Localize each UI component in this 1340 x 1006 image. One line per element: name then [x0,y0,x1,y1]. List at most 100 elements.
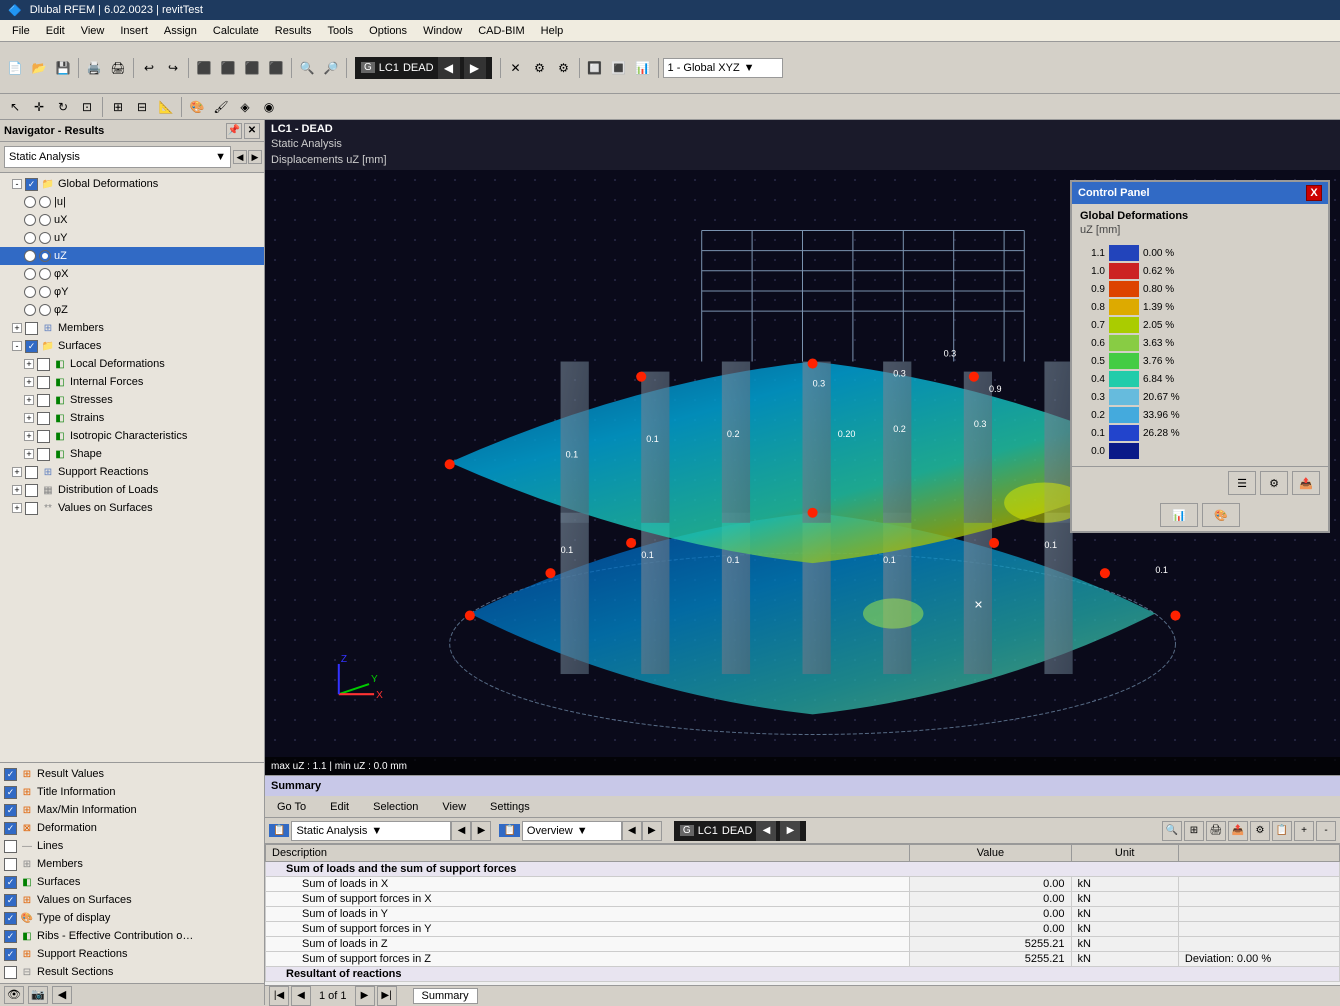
menu-calculate[interactable]: Calculate [205,23,267,39]
check-strains[interactable] [37,412,50,425]
radio2-ux[interactable] [39,214,51,226]
cp-close-btn[interactable]: X [1306,185,1322,201]
scale-btn[interactable]: ⊡ [76,96,98,118]
menu-help[interactable]: Help [533,23,572,39]
tools3-btn[interactable]: ⚙ [553,57,575,79]
expand-shape[interactable]: + [24,449,34,459]
print2-btn[interactable]: 🖨 [107,57,129,79]
cp-export-btn[interactable]: 📤 [1292,471,1320,495]
menu-edit[interactable]: Edit [38,23,73,39]
expand-surfaces[interactable]: - [12,341,22,351]
sum-overview-prev[interactable]: ◀ [622,821,642,841]
view-selector[interactable]: 1 - Global XYZ ▼ [663,58,783,78]
menu-assign[interactable]: Assign [156,23,205,39]
expand-isotropic[interactable]: + [24,431,34,441]
render1-btn[interactable]: 🔲 [584,57,606,79]
menu-view[interactable]: View [73,23,113,39]
chk-lines[interactable] [4,840,17,853]
check-members[interactable] [25,322,38,335]
menu-results[interactable]: Results [267,23,320,39]
radio2-uy[interactable] [39,232,51,244]
tree-members[interactable]: + ⊞ Members [0,319,264,337]
tools1-btn[interactable]: ✕ [505,57,527,79]
nav-pin-btn[interactable]: 📌 [226,123,242,139]
tree-phix[interactable]: φX [0,265,264,283]
nav-prev-arrow[interactable]: ◀ [233,150,247,164]
check-stresses[interactable] [37,394,50,407]
radio2-uz[interactable] [39,250,51,262]
lc-prev[interactable]: ◀ [438,57,460,79]
page-last[interactable]: ▶| [377,986,397,1006]
expand-strains[interactable]: + [24,413,34,423]
grid-btn[interactable]: ⊟ [131,96,153,118]
radio-ux[interactable] [24,214,36,226]
check-val-surf[interactable] [25,502,38,515]
radio-phix[interactable] [24,268,36,280]
wire-btn[interactable]: ◈ [234,96,256,118]
radio-phiy[interactable] [24,286,36,298]
render3-btn[interactable]: 📊 [632,57,654,79]
cp-chart-btn[interactable]: 📊 [1160,503,1198,527]
nav-close-btn[interactable]: ✕ [244,123,260,139]
sum-tb-copy[interactable]: 📋 [1272,821,1292,841]
tree-stresses[interactable]: + ◧ Stresses [0,391,264,409]
measure-btn[interactable]: 📐 [155,96,177,118]
tree-values-surfaces[interactable]: + ** Values on Surfaces [0,499,264,517]
tree-global-deformations[interactable]: - ✓ 📁 Global Deformations [0,175,264,193]
tree-isotropic[interactable]: + ◧ Isotropic Characteristics [0,427,264,445]
chk-title-info[interactable]: ✓ [4,786,17,799]
back-icon[interactable]: ◀ [52,986,72,1004]
cp-color-btn[interactable]: 🎨 [1202,503,1240,527]
page-first[interactable]: |◀ [269,986,289,1006]
snap-btn[interactable]: ⊞ [107,96,129,118]
tree-shape[interactable]: + ◧ Shape [0,445,264,463]
sum-tb-export[interactable]: 📤 [1228,821,1248,841]
check-shape[interactable] [37,448,50,461]
page-prev[interactable]: ◀ [291,986,311,1006]
view1-btn[interactable]: ⬛ [193,57,215,79]
nav-result-sections[interactable]: ⊟ Result Sections [0,963,264,981]
expand-support-react[interactable]: + [12,467,22,477]
radio2-phix[interactable] [39,268,51,280]
menu-tools[interactable]: Tools [319,23,361,39]
sum-overview-dropdown[interactable]: Overview ▼ [522,821,622,841]
check-surfaces[interactable]: ✓ [25,340,38,353]
color1-btn[interactable]: 🎨 [186,96,208,118]
zoom-btn[interactable]: 🔍 [296,57,318,79]
menu-cadbim[interactable]: CAD-BIM [470,23,532,39]
chk-surfaces-bot[interactable]: ✓ [4,876,17,889]
tree-phiy[interactable]: φY [0,283,264,301]
tree-internal-forces[interactable]: + ◧ Internal Forces [0,373,264,391]
tree-uz[interactable]: uZ [0,247,264,265]
render2-btn[interactable]: 🔳 [608,57,630,79]
visibility-icon[interactable]: 👁 [4,986,24,1004]
tree-surfaces[interactable]: - ✓ 📁 Surfaces [0,337,264,355]
menu-options[interactable]: Options [361,23,415,39]
tree-strains[interactable]: + ◧ Strains [0,409,264,427]
sum-menu-selection[interactable]: Selection [365,799,426,815]
nav-title-info[interactable]: ✓ ⊞ Title Information [0,783,264,801]
chk-support-react-bot[interactable]: ✓ [4,948,17,961]
rotate-btn[interactable]: ↻ [52,96,74,118]
new-btn[interactable]: 📄 [4,57,26,79]
expand-local-def[interactable]: + [24,359,34,369]
sum-menu-goto[interactable]: Go To [269,799,314,815]
radio-u-abs[interactable] [24,196,36,208]
page-next[interactable]: ▶ [355,986,375,1006]
radio-uz[interactable] [24,250,36,262]
nav-deformation[interactable]: ✓ ⊠ Deformation [0,819,264,837]
redo-btn[interactable]: ↪ [162,57,184,79]
sum-menu-view[interactable]: View [434,799,474,815]
chk-ribs[interactable]: ✓ [4,930,17,943]
sum-analysis-dropdown[interactable]: Static Analysis ▼ [291,821,451,841]
undo-btn[interactable]: ↩ [138,57,160,79]
nav-support-react-bot[interactable]: ✓ ⊞ Support Reactions [0,945,264,963]
sum-analysis-next[interactable]: ▶ [471,821,491,841]
nav-analysis-dropdown[interactable]: Static Analysis ▼ [4,146,231,168]
move-btn[interactable]: ✛ [28,96,50,118]
menu-window[interactable]: Window [415,23,470,39]
chk-maxmin[interactable]: ✓ [4,804,17,817]
check-local-def[interactable] [37,358,50,371]
cp-table-btn[interactable]: ☰ [1228,471,1256,495]
check-isotropic[interactable] [37,430,50,443]
